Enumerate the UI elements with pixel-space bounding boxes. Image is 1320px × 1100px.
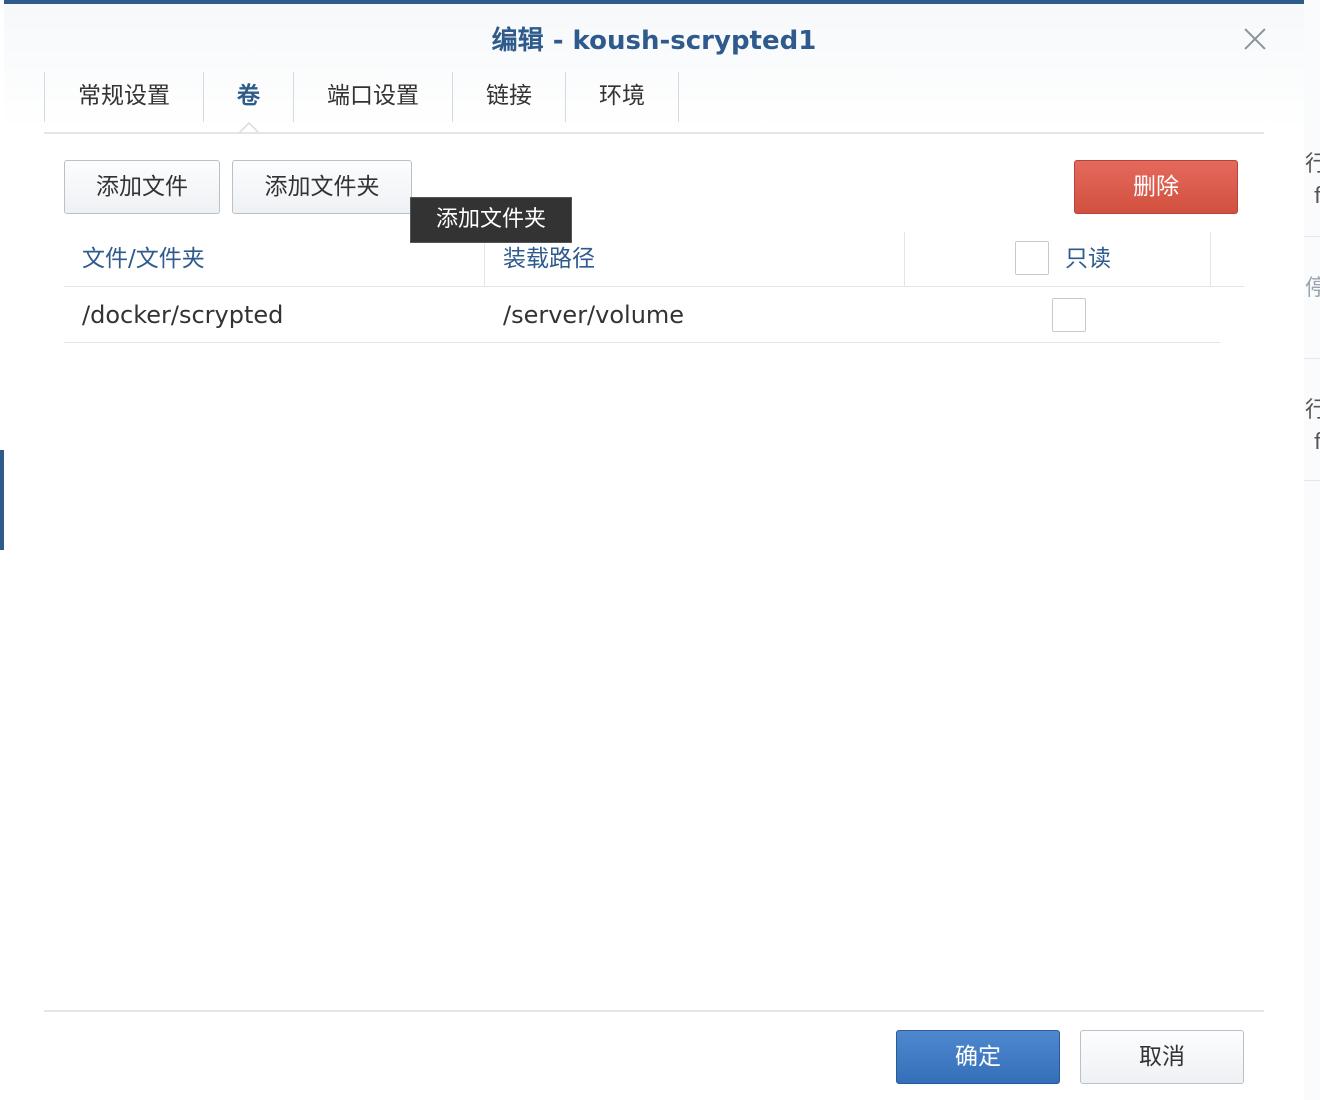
tab-bar: 常规设置 卷 端口设置 链接 环境	[44, 72, 679, 135]
background-window: 行 f 停 行 f	[1304, 0, 1320, 1100]
background-text: f	[1314, 184, 1320, 209]
background-text: 行	[1305, 152, 1320, 177]
tab-port-settings[interactable]: 端口设置	[294, 72, 453, 122]
grid-header: 文件/文件夹 装载路径 只读	[64, 232, 1244, 287]
cancel-button[interactable]: 取消	[1080, 1030, 1244, 1084]
background-divider	[1304, 236, 1320, 237]
tabs-divider	[44, 132, 1264, 134]
background-text: 行	[1305, 398, 1320, 423]
dialog-title: 编辑 - koush-scrypted1	[491, 26, 817, 56]
tab-environment[interactable]: 环境	[566, 72, 679, 122]
background-text: 停	[1305, 276, 1320, 301]
close-icon[interactable]	[1240, 24, 1270, 54]
background-divider	[1304, 480, 1320, 481]
column-header-readonly: 只读	[905, 232, 1211, 286]
footer-divider	[44, 1010, 1264, 1012]
table-row[interactable]: /docker/scrypted /server/volume	[64, 288, 1220, 343]
volume-grid: 文件/文件夹 装载路径 只读 /docker/scrypted /server/…	[64, 232, 1244, 343]
ok-button[interactable]: 确定	[896, 1030, 1060, 1084]
readonly-select-all-checkbox[interactable]	[1015, 241, 1049, 275]
mount-path-cell: /server/volume	[503, 301, 685, 329]
readonly-column-label: 只读	[1065, 246, 1111, 272]
tab-volume[interactable]: 卷	[204, 72, 294, 135]
background-text: f	[1314, 430, 1320, 455]
tab-general-settings[interactable]: 常规设置	[45, 72, 204, 122]
add-folder-button[interactable]: 添加文件夹	[232, 160, 412, 214]
edit-container-dialog: 编辑 - koush-scrypted1 常规设置 卷 端口设置 链接 环境 添…	[4, 0, 1304, 1100]
delete-button[interactable]: 删除	[1074, 160, 1238, 214]
background-divider	[1304, 358, 1320, 359]
file-folder-cell: /docker/scrypted	[82, 301, 284, 329]
add-folder-tooltip: 添加文件夹	[410, 197, 572, 243]
tab-links[interactable]: 链接	[453, 72, 566, 122]
readonly-checkbox[interactable]	[1052, 298, 1086, 332]
add-file-button[interactable]: 添加文件	[64, 160, 220, 214]
